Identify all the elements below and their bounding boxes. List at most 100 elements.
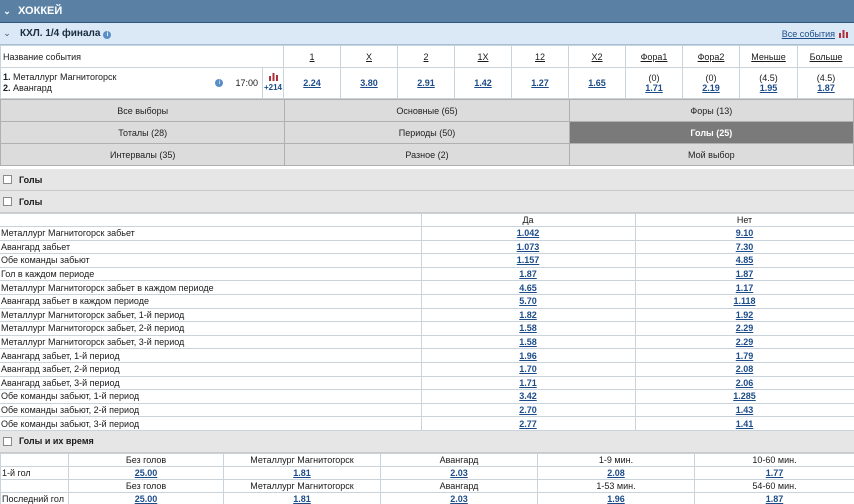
section-goals-header[interactable]: Голы bbox=[0, 169, 854, 191]
table-row: Металлург Магнитогорск забьет 1.042 9.10 bbox=[0, 226, 854, 241]
stats-icon[interactable] bbox=[268, 73, 278, 81]
event-teams[interactable]: 1. Металлург Магнитогорск 2. Авангард i … bbox=[0, 67, 263, 99]
collapse-checkbox[interactable] bbox=[3, 175, 12, 184]
tab-handicaps[interactable]: Форы (13) bbox=[568, 99, 854, 122]
no-odd[interactable]: 4.85 bbox=[736, 255, 754, 265]
section-goals-header[interactable]: Голы bbox=[0, 191, 854, 213]
tab-misc[interactable]: Разное (2) bbox=[284, 143, 570, 166]
col-header[interactable]: Фора1 bbox=[625, 45, 684, 68]
tab-main[interactable]: Основные (65) bbox=[284, 99, 570, 122]
market-label: Обе команды забьют, 1-й период bbox=[0, 389, 422, 404]
collapse-checkbox[interactable] bbox=[3, 197, 12, 206]
league-title: КХЛ. 1/4 финала i bbox=[14, 28, 112, 39]
col-header: Металлург Магнитогорск bbox=[223, 478, 381, 493]
more-markets-cell[interactable]: +214 bbox=[261, 67, 285, 99]
no-odd[interactable]: 9.10 bbox=[736, 228, 754, 238]
col-header[interactable]: X bbox=[340, 45, 399, 68]
sport-header[interactable]: ⌄ ХОККЕЙ bbox=[0, 0, 854, 23]
tab-goals[interactable]: Голы (25) bbox=[568, 121, 854, 144]
yes-odd[interactable]: 1.157 bbox=[517, 255, 540, 265]
under-total: (4.5) bbox=[759, 73, 778, 83]
table-row: Авангард забьет в каждом периоде 5.70 1.11… bbox=[0, 293, 854, 309]
odd-value[interactable]: 1.96 bbox=[607, 494, 625, 504]
all-events-link[interactable]: Все события bbox=[782, 29, 835, 39]
tab-my-choice[interactable]: Мой выбор bbox=[568, 143, 854, 166]
info-icon[interactable]: i bbox=[215, 79, 224, 87]
odd-value[interactable]: 1.87 bbox=[766, 494, 784, 504]
no-odd[interactable]: 7.30 bbox=[736, 242, 754, 252]
info-icon[interactable]: i bbox=[103, 31, 112, 39]
col-header: 10-60 мин. bbox=[694, 452, 854, 467]
no-odd[interactable]: 1.43 bbox=[736, 405, 754, 415]
yes-odd[interactable]: 2.77 bbox=[519, 419, 537, 429]
yes-odd[interactable]: 1.073 bbox=[517, 242, 540, 252]
col-header[interactable]: Больше bbox=[797, 45, 854, 68]
no-odd[interactable]: 1.41 bbox=[736, 419, 754, 429]
col-header[interactable]: 1X bbox=[454, 45, 513, 68]
tab-totals[interactable]: Тоталы (28) bbox=[0, 121, 286, 144]
chevron-down-icon[interactable]: ⌄ bbox=[0, 28, 14, 39]
col-header: Авангард bbox=[380, 478, 538, 493]
odd-1x[interactable]: 1.42 bbox=[474, 78, 492, 88]
yes-odd[interactable]: 1.82 bbox=[519, 310, 537, 320]
yes-odd[interactable]: 1.58 bbox=[519, 337, 537, 347]
col-header[interactable]: Меньше bbox=[739, 45, 799, 68]
odd-value[interactable]: 25.00 bbox=[135, 468, 158, 478]
odd-1[interactable]: 2.24 bbox=[303, 78, 321, 88]
tab-all[interactable]: Все выборы bbox=[0, 99, 286, 122]
col-header[interactable]: 2 bbox=[397, 45, 456, 68]
odd-value[interactable]: 1.77 bbox=[766, 468, 784, 478]
yes-odd[interactable]: 1.71 bbox=[519, 378, 537, 388]
odd-x2[interactable]: 1.65 bbox=[588, 78, 606, 88]
yes-odd[interactable]: 5.70 bbox=[519, 296, 537, 306]
yes-odd[interactable]: 3.42 bbox=[519, 391, 537, 401]
section-goal-time-header[interactable]: Голы и их время bbox=[0, 430, 854, 453]
no-odd[interactable]: 2.06 bbox=[736, 378, 754, 388]
under-odd[interactable]: 1.95 bbox=[760, 83, 778, 93]
no-odd[interactable]: 1.92 bbox=[736, 310, 754, 320]
yes-odd[interactable]: 2.70 bbox=[519, 405, 537, 415]
chevron-down-icon[interactable]: ⌄ bbox=[0, 6, 14, 17]
yes-odd[interactable]: 1.58 bbox=[519, 323, 537, 333]
tab-intervals[interactable]: Интервалы (35) bbox=[0, 143, 286, 166]
odd-2[interactable]: 2.91 bbox=[417, 78, 435, 88]
no-odd[interactable]: 2.08 bbox=[736, 364, 754, 374]
odd-12[interactable]: 1.27 bbox=[531, 78, 549, 88]
yes-odd[interactable]: 1.87 bbox=[519, 269, 537, 279]
col-header[interactable]: 1 bbox=[283, 45, 342, 68]
odd-x[interactable]: 3.80 bbox=[360, 78, 378, 88]
no-odd[interactable]: 1.87 bbox=[736, 269, 754, 279]
fora1-odd[interactable]: 1.71 bbox=[645, 83, 663, 93]
team1-name: Металлург Магнитогорск bbox=[13, 72, 117, 82]
col-header[interactable]: Фора2 bbox=[682, 45, 741, 68]
odd-value[interactable]: 2.03 bbox=[450, 468, 468, 478]
odd-value[interactable]: 2.08 bbox=[607, 468, 625, 478]
odd-value[interactable]: 1.81 bbox=[293, 468, 311, 478]
col-header[interactable]: 12 bbox=[511, 45, 570, 68]
yes-odd[interactable]: 1.70 bbox=[519, 364, 537, 374]
odd-value[interactable]: 2.03 bbox=[450, 494, 468, 504]
team2-number: 2. bbox=[3, 83, 11, 93]
market-label: Металлург Магнитогорск забьет, 2-й перио… bbox=[0, 321, 422, 336]
more-markets-count[interactable]: +214 bbox=[263, 83, 283, 93]
fora2-odd[interactable]: 2.19 bbox=[702, 83, 720, 93]
over-odd[interactable]: 1.87 bbox=[817, 83, 835, 93]
yes-odd[interactable]: 1.042 bbox=[517, 228, 540, 238]
empty-header bbox=[0, 213, 422, 227]
col-header[interactable]: X2 bbox=[568, 45, 627, 68]
no-odd[interactable]: 2.29 bbox=[736, 323, 754, 333]
tab-periods[interactable]: Периоды (50) bbox=[284, 121, 570, 144]
yes-odd[interactable]: 1.96 bbox=[519, 351, 537, 361]
table-row: Обе команды забьют, 3-й период 2.77 1.41 bbox=[0, 416, 854, 431]
no-odd[interactable]: 1.79 bbox=[736, 351, 754, 361]
stats-icon[interactable] bbox=[839, 29, 848, 38]
no-odd[interactable]: 1.118 bbox=[733, 296, 755, 306]
no-odd[interactable]: 1.17 bbox=[736, 283, 754, 293]
collapse-checkbox[interactable] bbox=[3, 436, 12, 446]
odd-value[interactable]: 25.00 bbox=[135, 494, 158, 504]
no-odd[interactable]: 2.29 bbox=[736, 337, 754, 347]
yes-odd[interactable]: 4.65 bbox=[519, 283, 537, 293]
odd-value[interactable]: 1.81 bbox=[293, 494, 311, 504]
table-row: Гол в каждом периоде 1.87 1.87 bbox=[0, 266, 854, 282]
no-odd[interactable]: 1.285 bbox=[733, 391, 756, 401]
